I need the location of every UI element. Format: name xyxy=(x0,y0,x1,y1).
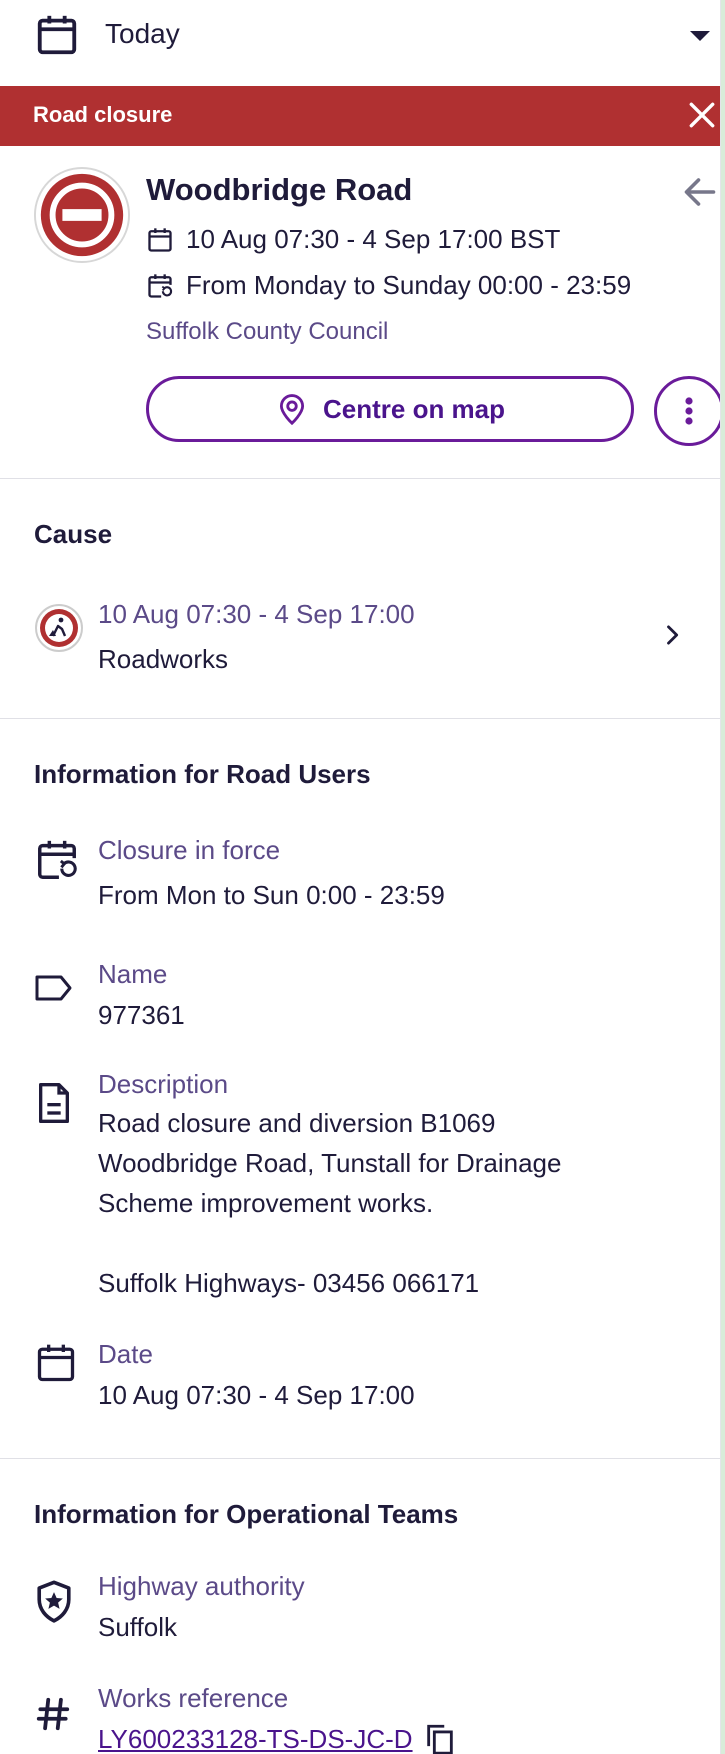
location-target-icon xyxy=(279,394,305,426)
event-date-range: 10 Aug 07:30 - 4 Sep 17:00 BST xyxy=(146,224,560,255)
date-label: Date xyxy=(98,1339,153,1369)
more-options-button[interactable] xyxy=(654,376,720,446)
road-users-section: Information for Road Users Closure in fo… xyxy=(0,718,720,1459)
description-item: Description Road closure and diversion B… xyxy=(0,1061,720,1298)
highway-authority-label: Highway authority xyxy=(98,1571,305,1601)
date-item: Date 10 Aug 07:30 - 4 Sep 17:00 xyxy=(0,1331,720,1431)
tag-icon xyxy=(35,975,72,1001)
centre-on-map-label: Centre on map xyxy=(322,393,506,424)
cause-item[interactable]: 10 Aug 07:30 - 4 Sep 17:00 Roadworks xyxy=(0,589,720,689)
calendar-icon xyxy=(37,1344,75,1382)
event-recurrence: From Monday to Sunday 00:00 - 23:59 xyxy=(146,270,631,301)
works-reference-label: Works reference xyxy=(98,1683,289,1713)
road-users-heading: Information for Road Users xyxy=(34,759,371,789)
works-reference-link[interactable]: LY600233128-TS-DS-JC-D xyxy=(98,1719,413,1754)
cause-section: Cause 10 Aug 07:30 - 4 Sep 17:00 Roadwor… xyxy=(0,478,720,719)
calendar-icon xyxy=(148,227,172,252)
event-recurrence-text: From Monday to Sunday 00:00 - 23:59 xyxy=(186,270,632,300)
back-arrow-icon[interactable] xyxy=(682,174,718,210)
no-entry-sign-icon xyxy=(33,166,131,264)
document-icon xyxy=(39,1082,70,1123)
roadworks-icon xyxy=(35,604,83,652)
calendar-repeat-icon xyxy=(148,273,173,298)
highway-authority-value: Suffolk xyxy=(98,1612,178,1642)
centre-on-map-button[interactable]: Centre on map xyxy=(146,376,634,442)
closure-in-force-item: Closure in force From Mon to Sun 0:00 - … xyxy=(0,827,720,927)
description-label: Description xyxy=(98,1069,229,1099)
event-header: Woodbridge Road 10 Aug 07:30 - 4 Sep 17:… xyxy=(0,146,720,478)
cause-type: Roadworks xyxy=(98,644,229,674)
event-type-title: Road closure xyxy=(33,102,173,127)
incident-panel: Today Road closure Woodbridge Road 10 Au… xyxy=(0,0,721,1754)
cause-date-range: 10 Aug 07:30 - 4 Sep 17:00 xyxy=(98,599,415,629)
date-value: 10 Aug 07:30 - 4 Sep 17:00 xyxy=(98,1380,415,1410)
road-name: Woodbridge Road xyxy=(146,172,413,207)
calendar-icon xyxy=(37,15,77,55)
shield-star-icon xyxy=(37,1580,71,1623)
hash-icon xyxy=(36,1697,70,1731)
works-reference-item: Works reference LY600233128-TS-DS-JC-D xyxy=(0,1675,720,1754)
name-label: Name xyxy=(98,959,168,989)
name-value: 977361 xyxy=(98,1000,185,1030)
operational-heading: Information for Operational Teams xyxy=(34,1499,459,1529)
event-authority: Suffolk County Council xyxy=(146,318,389,345)
close-icon[interactable] xyxy=(686,99,718,131)
copy-icon[interactable] xyxy=(423,1722,457,1754)
highway-authority-item: Highway authority Suffolk xyxy=(0,1563,720,1653)
event-type-banner: Road closure xyxy=(0,86,720,146)
operational-section: Information for Operational Teams Highwa… xyxy=(0,1458,720,1754)
name-item: Name 977361 xyxy=(0,951,720,1031)
date-selector[interactable]: Today xyxy=(0,0,720,88)
date-selector-value: Today xyxy=(105,18,180,49)
closure-in-force-value: From Mon to Sun 0:00 - 23:59 xyxy=(98,880,445,910)
works-reference-row: LY600233128-TS-DS-JC-D xyxy=(98,1719,457,1754)
chevron-down-icon[interactable] xyxy=(690,31,710,41)
calendar-repeat-icon xyxy=(38,840,77,879)
closure-in-force-label: Closure in force xyxy=(98,835,281,865)
event-date-range-text: 10 Aug 07:30 - 4 Sep 17:00 BST xyxy=(186,224,561,254)
description-value: Road closure and diversion B1069 Woodbri… xyxy=(98,1108,562,1298)
more-vertical-icon xyxy=(685,397,693,425)
cause-heading: Cause xyxy=(34,519,113,549)
chevron-right-icon xyxy=(667,625,679,645)
